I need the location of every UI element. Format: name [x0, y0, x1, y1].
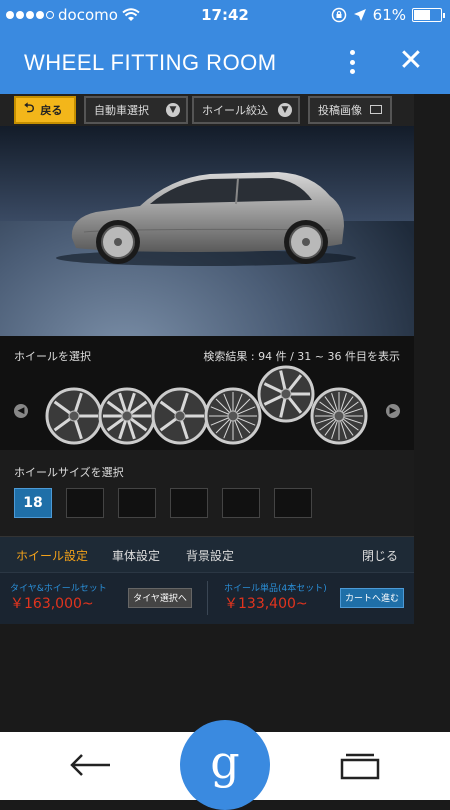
- fitting-toolbar: ⮌ 戻る 自動車選択 ▼ ホイール絞込 ▼ 投稿画像: [0, 94, 414, 126]
- wheel-thumbnail[interactable]: [257, 365, 315, 423]
- car-image: [56, 172, 356, 266]
- post-image-label: 投稿画像: [318, 104, 362, 117]
- location-arrow-icon: [353, 9, 366, 21]
- gallery-icon: [370, 105, 382, 114]
- battery-percent: 61%: [372, 6, 406, 24]
- size-option[interactable]: [66, 488, 104, 518]
- back-arrow-icon[interactable]: [68, 750, 112, 780]
- battery-icon: [412, 8, 445, 22]
- more-vert-icon[interactable]: [340, 48, 364, 76]
- wheel-only-price: ￥133,400~: [224, 596, 308, 612]
- size-option[interactable]: [274, 488, 312, 518]
- wheel-thumbnail[interactable]: [204, 387, 262, 445]
- go-to-cart-button[interactable]: カートへ進む: [340, 588, 404, 608]
- wheel-thumbnail[interactable]: [45, 387, 103, 445]
- tab-background-settings[interactable]: 背景設定: [186, 547, 234, 564]
- size-option[interactable]: [170, 488, 208, 518]
- close-icon[interactable]: ✕: [396, 46, 426, 76]
- bottom-navigation: g: [0, 720, 450, 810]
- page-title: WHEEL FITTING ROOM: [24, 50, 277, 75]
- size-option[interactable]: [222, 488, 260, 518]
- wheel-selector: ホイールを選択 検索結果 : 94 件 / 31 ~ 36 件目を表示 ◀ ▶: [0, 336, 414, 450]
- tabs-icon[interactable]: [340, 752, 380, 780]
- wheel-size-label: ホイールサイズを選択: [14, 466, 124, 479]
- close-settings-link[interactable]: 閉じる: [362, 547, 398, 564]
- chevron-down-icon: ▼: [278, 103, 292, 117]
- size-option[interactable]: [118, 488, 156, 518]
- tab-body-settings[interactable]: 車体設定: [112, 547, 160, 564]
- car-preview-stage: [0, 126, 414, 336]
- wheel-thumbnails[interactable]: [44, 362, 370, 446]
- settings-tabs: ホイール設定 車体設定 背景設定 閉じる: [0, 536, 414, 572]
- wheel-size-selector: ホイールサイズを選択 18: [0, 450, 414, 534]
- back-button[interactable]: ⮌ 戻る: [14, 96, 76, 124]
- car-select-label: 自動車選択: [94, 104, 149, 117]
- post-image-button[interactable]: 投稿画像: [308, 96, 392, 124]
- wheel-filter-label: ホイール絞込: [202, 104, 268, 117]
- wheel-filter-dropdown[interactable]: ホイール絞込 ▼: [192, 96, 300, 124]
- tab-wheel-settings[interactable]: ホイール設定: [16, 547, 88, 564]
- chevron-down-icon: ▼: [166, 103, 180, 117]
- wheel-thumbnail[interactable]: [151, 387, 209, 445]
- app-bar: WHEEL FITTING ROOM ✕: [0, 30, 450, 94]
- prev-arrow-icon[interactable]: ◀: [14, 404, 28, 418]
- next-arrow-icon[interactable]: ▶: [386, 404, 400, 418]
- tire-select-button[interactable]: タイヤ選択へ: [128, 588, 192, 608]
- google-g-icon[interactable]: g: [180, 720, 270, 810]
- wheel-thumbnail[interactable]: [98, 387, 156, 445]
- lock-rotation-icon: [331, 7, 346, 23]
- tire-wheel-set-price: ￥163,000~: [10, 596, 94, 612]
- wheel-thumbnail[interactable]: [310, 387, 368, 445]
- u-turn-icon: ⮌: [24, 101, 35, 116]
- size-option[interactable]: 18: [14, 488, 52, 518]
- back-button-label: 戻る: [40, 104, 63, 117]
- status-bar: docomo 17:42 61%: [0, 0, 450, 30]
- price-bar: タイヤ&ホイールセット ￥163,000~ タイヤ選択へ ホイール単品(4本セッ…: [0, 572, 414, 624]
- fitting-room-content: ⮌ 戻る 自動車選択 ▼ ホイール絞込 ▼ 投稿画像 ホイールを選択 検索結果 …: [0, 94, 414, 624]
- car-select-dropdown[interactable]: 自動車選択 ▼: [84, 96, 188, 124]
